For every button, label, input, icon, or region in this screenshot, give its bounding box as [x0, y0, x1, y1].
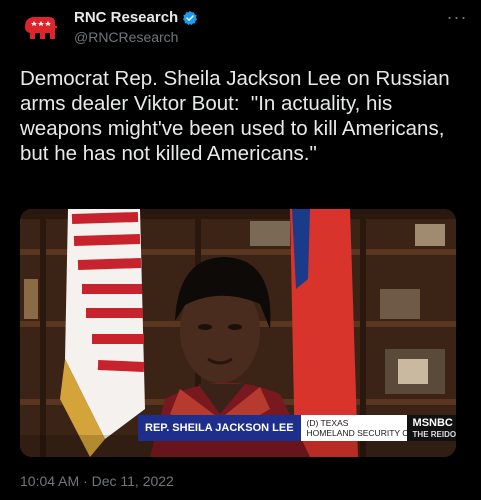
more-options-icon[interactable]: ··· [445, 8, 469, 32]
chyron-info: (D) TEXAS HOMELAND SECURITY CMTE. [300, 415, 429, 441]
show-name: THE REIDOUT [412, 430, 456, 439]
author-display-name[interactable]: RNC Research [74, 9, 198, 26]
tweet-header: RNC Research @RNCResearch ··· [20, 8, 469, 48]
news-chyron: REP. SHEILA JACKSON LEE (D) TEXAS HOMELA… [138, 415, 456, 441]
tweet-video[interactable]: REP. SHEILA JACKSON LEE (D) TEXAS HOMELA… [20, 209, 456, 457]
author-handle[interactable]: @RNCResearch [74, 29, 198, 45]
network-name: MSNBC [412, 417, 453, 429]
verified-badge-icon [182, 10, 198, 26]
tweet-text: Democrat Rep. Sheila Jackson Lee on Russ… [20, 67, 456, 165]
chyron-line1: (D) TEXAS [306, 418, 349, 428]
author-name-text: RNC Research [74, 9, 179, 26]
chyron-line2: HOMELAND SECURITY CMTE. [306, 428, 429, 438]
avatar[interactable] [20, 8, 60, 48]
chyron-name: REP. SHEILA JACKSON LEE [138, 415, 301, 441]
network-logo: MSNBC THE REIDOUT [406, 415, 456, 441]
tweet-timestamp[interactable]: 10:04 AM · Dec 11, 2022 [20, 473, 174, 489]
republican-elephant-icon [25, 17, 57, 39]
